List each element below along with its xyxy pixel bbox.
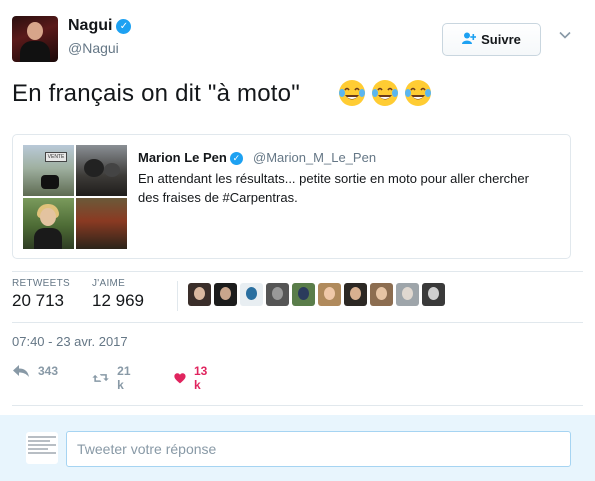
liker-face bbox=[350, 287, 361, 300]
liker-face bbox=[220, 287, 231, 300]
avatar-text-line bbox=[28, 440, 51, 442]
likers-avatar-list bbox=[188, 283, 445, 306]
current-user-avatar bbox=[26, 432, 58, 464]
liker-avatar[interactable] bbox=[370, 283, 393, 306]
tweet-emojis bbox=[337, 78, 433, 108]
liker-avatar[interactable] bbox=[266, 283, 289, 306]
reply-input[interactable]: Tweeter votre réponse bbox=[66, 431, 571, 467]
tweet-text: En français on dit "à moto" bbox=[12, 80, 300, 107]
quoted-author-handle: @Marion_M_Le_Pen bbox=[253, 150, 377, 165]
retweets-stat[interactable]: RETWEETS 20 713 bbox=[12, 278, 70, 311]
liker-face bbox=[298, 287, 309, 300]
likes-stat[interactable]: J'AIME 12 969 bbox=[92, 278, 144, 311]
retweet-icon bbox=[92, 374, 109, 382]
quoted-author-name-row: Marion Le Pen ✓ bbox=[138, 150, 243, 165]
divider bbox=[12, 271, 583, 272]
liker-face bbox=[428, 287, 439, 300]
liker-face bbox=[246, 287, 257, 300]
liker-avatar[interactable] bbox=[240, 283, 263, 306]
add-user-icon bbox=[462, 32, 477, 47]
reply-composer: Tweeter votre réponse bbox=[0, 415, 595, 481]
liker-face bbox=[272, 287, 283, 300]
liker-face bbox=[194, 287, 205, 300]
avatar-body bbox=[20, 41, 50, 62]
quoted-photo-helmets[interactable] bbox=[76, 145, 127, 196]
retweets-value: 20 713 bbox=[12, 291, 64, 310]
author-name-row[interactable]: Nagui ✓ bbox=[68, 17, 132, 35]
avatar-text-line bbox=[28, 452, 56, 454]
avatar-text-line bbox=[28, 448, 48, 450]
liker-avatar[interactable] bbox=[292, 283, 315, 306]
face-with-tears-of-joy-icon bbox=[372, 80, 398, 106]
quoted-photo-portrait[interactable] bbox=[23, 198, 74, 249]
follow-button[interactable]: Suivre bbox=[442, 23, 541, 56]
tweet-author-header: Nagui ✓ @Nagui Suivre bbox=[12, 14, 587, 64]
divider bbox=[12, 322, 583, 323]
avatar-text-line bbox=[28, 444, 56, 446]
follow-button-label: Suivre bbox=[481, 32, 521, 47]
liker-face bbox=[376, 287, 387, 300]
like-button[interactable]: 13 k bbox=[174, 364, 211, 392]
liker-avatar[interactable] bbox=[318, 283, 341, 306]
avatar-text-line bbox=[28, 436, 56, 438]
reply-icon bbox=[13, 365, 29, 377]
retweet-count: 21 k bbox=[117, 364, 131, 392]
face-shape bbox=[40, 208, 56, 226]
heart-icon bbox=[174, 372, 186, 383]
face-with-tears-of-joy-icon bbox=[339, 80, 365, 106]
verified-badge-icon: ✓ bbox=[116, 19, 132, 34]
verified-badge-icon: ✓ bbox=[229, 152, 243, 165]
helmet-shape bbox=[104, 163, 120, 177]
retweets-label: RETWEETS bbox=[12, 278, 70, 289]
liker-avatar[interactable] bbox=[344, 283, 367, 306]
vente-sign: VENTE bbox=[45, 152, 67, 162]
liker-avatar[interactable] bbox=[396, 283, 419, 306]
quoted-tweet-text: En attendant les résultats... petite sor… bbox=[138, 171, 529, 205]
jacket-shape bbox=[34, 228, 62, 249]
divider bbox=[12, 405, 583, 406]
avatar-head bbox=[27, 22, 43, 40]
reply-button[interactable]: 343 bbox=[12, 364, 58, 378]
quoted-tweet-card[interactable]: VENTE Marion Le Pen ✓ @Marion_M_Le_Pen En… bbox=[12, 134, 571, 259]
like-count: 13 k bbox=[193, 364, 208, 392]
liker-avatar[interactable] bbox=[188, 283, 211, 306]
quoted-photo-motorbike[interactable]: VENTE bbox=[23, 145, 74, 196]
quoted-author-name: Marion Le Pen bbox=[138, 150, 227, 165]
likes-label: J'AIME bbox=[92, 278, 126, 289]
chevron-down-icon[interactable] bbox=[558, 28, 572, 42]
tweet-timestamp[interactable]: 07:40 - 23 avr. 2017 bbox=[12, 334, 128, 349]
quoted-photo-strawberries[interactable] bbox=[76, 198, 127, 249]
liker-avatar[interactable] bbox=[422, 283, 445, 306]
stats-separator bbox=[177, 281, 178, 311]
motorbike-shape bbox=[41, 175, 59, 189]
reply-count: 343 bbox=[38, 364, 59, 378]
face-with-tears-of-joy-icon bbox=[405, 80, 431, 106]
likes-value: 12 969 bbox=[92, 291, 144, 310]
author-name[interactable]: Nagui bbox=[68, 17, 112, 34]
liker-face bbox=[402, 287, 413, 300]
author-avatar[interactable] bbox=[12, 16, 58, 62]
author-handle[interactable]: @Nagui bbox=[68, 40, 119, 56]
quoted-tweet-photo-grid[interactable]: VENTE bbox=[23, 145, 127, 249]
helmet-shape bbox=[84, 159, 104, 177]
retweet-button[interactable]: 21 k bbox=[92, 364, 135, 392]
liker-avatar[interactable] bbox=[214, 283, 237, 306]
liker-face bbox=[324, 287, 335, 300]
